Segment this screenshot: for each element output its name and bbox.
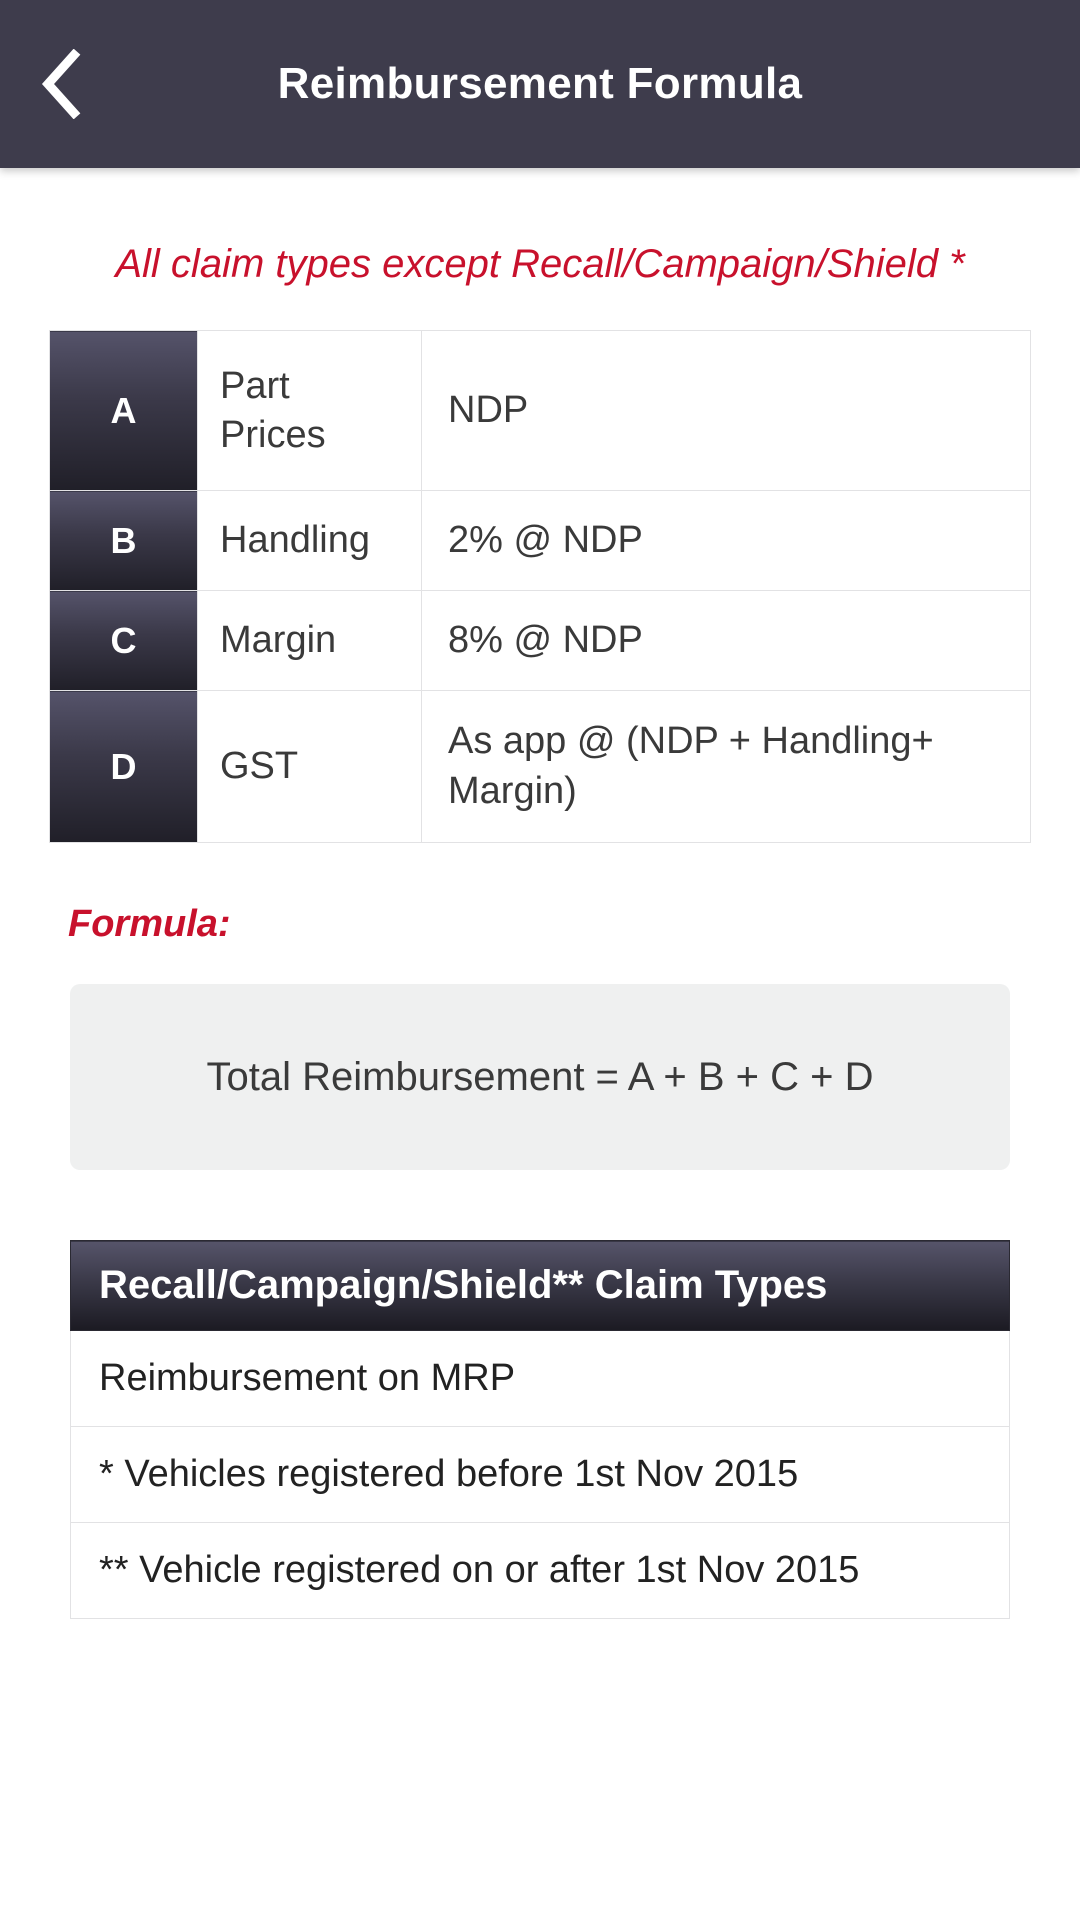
component-value: 2% @ NDP [421,490,1031,591]
component-value: As app @ (NDP + Handling+ Margin) [421,690,1031,843]
component-label: Handling [197,490,422,591]
back-button[interactable] [0,0,120,168]
component-value: NDP [421,330,1031,491]
component-key: B [49,490,198,591]
page-title: Reimbursement Formula [277,59,803,108]
chevron-left-icon [38,49,82,119]
component-key: A [49,330,198,491]
page-content: All claim types except Recall/Campaign/S… [0,168,1080,1920]
app-bar: Reimbursement Formula [0,0,1080,168]
table-row: ** Vehicle registered on or after 1st No… [70,1521,1010,1619]
table-row: B Handling 2% @ NDP [49,490,1031,591]
claim-types-note: Reimbursement on MRP [70,1330,1010,1427]
component-key: D [49,690,198,843]
table-row: C Margin 8% @ NDP [49,590,1031,691]
formula-components-table: A Part Prices NDP B Handling 2% @ NDP C … [49,330,1031,843]
table-row: Reimbursement on MRP [70,1330,1010,1427]
claim-types-note: * Vehicles registered before 1st Nov 201… [70,1425,1010,1523]
claim-types-table: Recall/Campaign/Shield** Claim Types Rei… [70,1240,1010,1619]
claim-types-note: ** Vehicle registered on or after 1st No… [70,1521,1010,1619]
formula-box: Total Reimbursement = A + B + C + D [70,984,1010,1170]
formula-expression: Total Reimbursement = A + B + C + D [206,1054,874,1099]
component-label: Part Prices [197,330,422,491]
component-key: C [49,590,198,691]
claim-types-header-label: Recall/Campaign/Shield** Claim Types [70,1240,1010,1331]
component-label: Margin [197,590,422,691]
component-value: 8% @ NDP [421,590,1031,691]
component-label: GST [197,690,422,843]
claim-types-header-row: Recall/Campaign/Shield** Claim Types [70,1240,1010,1331]
claim-types-subtitle: All claim types except Recall/Campaign/S… [115,242,965,286]
formula-heading: Formula: [68,903,231,945]
table-row: A Part Prices NDP [49,330,1031,491]
table-row: D GST As app @ (NDP + Handling+ Margin) [49,690,1031,843]
table-row: * Vehicles registered before 1st Nov 201… [70,1425,1010,1523]
